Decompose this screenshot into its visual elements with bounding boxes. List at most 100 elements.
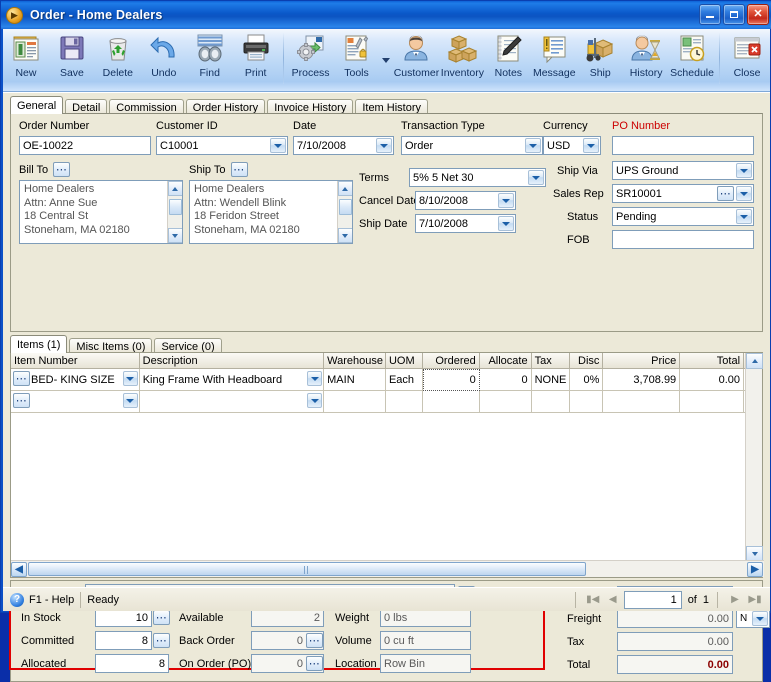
grid-col-description[interactable]: Description [139,353,325,369]
toolbar-button-delete[interactable]: Delete [95,29,141,90]
bill-to-scrollbar[interactable] [167,181,182,243]
previous-record-button[interactable]: ◀ [604,591,622,609]
scroll-down-icon[interactable] [337,228,352,243]
help-icon[interactable]: ? [10,592,24,607]
cell-ordered[interactable] [422,391,480,413]
grid-horizontal-scrollbar[interactable]: ◀ ▶ [11,560,764,577]
toolbar-button-schedule[interactable]: Schedule [669,29,715,90]
po-number-input[interactable] [612,136,754,155]
scroll-up-icon[interactable] [337,181,352,196]
tab-general[interactable]: General [10,96,64,114]
fob-input[interactable] [612,230,754,249]
transaction-type-combo[interactable]: Order [401,136,543,155]
scroll-down-icon[interactable] [167,228,182,243]
cell-allocate[interactable] [479,391,532,413]
toolbar-button-ship[interactable]: Ship [577,29,623,90]
freight-field[interactable]: 0.00 [617,609,733,628]
sales-rep-lookup-button[interactable]: ⋯ [717,186,734,201]
toolbar-button-customer[interactable]: Customer [393,29,439,90]
grid-tab-items[interactable]: Items (1) [10,335,68,353]
cell-total[interactable]: 0.00 [680,369,745,391]
grid-col-allocate[interactable]: Allocate [479,353,532,369]
chevron-down-icon[interactable] [736,163,752,178]
toolbar-button-message[interactable]: Message [531,29,577,90]
scroll-up-icon[interactable] [167,181,182,196]
grid-col-item-number[interactable]: Item Number [11,353,140,369]
cell-warehouse[interactable] [324,391,386,413]
toolbar-button-tools[interactable]: Tools [334,29,380,90]
chevron-down-icon[interactable] [736,209,752,224]
grid-col-warehouse[interactable]: Warehouse [324,353,386,369]
toolbar-button-new[interactable]: New [3,29,49,90]
cancel-date-combo[interactable]: 8/10/2008 [415,191,516,210]
status-combo[interactable]: Pending [612,207,754,226]
item-lookup-button[interactable]: ⋯ [13,393,30,408]
toolbar-button-history[interactable]: History [623,29,669,90]
chevron-down-icon[interactable] [583,138,599,153]
item-lookup-button[interactable]: ⋯ [13,371,30,386]
chevron-down-icon[interactable] [498,193,514,208]
grid-vertical-scrollbar[interactable] [745,353,763,562]
freight-flag-combo[interactable]: N [736,609,770,628]
chevron-down-icon[interactable] [752,611,768,626]
grid-col-ordered[interactable]: Ordered [422,353,480,369]
toolbar-button-process[interactable]: Process [288,29,334,90]
chevron-down-icon[interactable] [270,138,286,153]
cell-uom[interactable]: Each [385,369,423,391]
cell-item-number[interactable]: ⋯ BED- KING SIZE [11,369,140,391]
toolbar-button-save[interactable]: Save [49,29,95,90]
scroll-up-icon[interactable] [746,353,763,369]
grid-col-uom[interactable]: UOM [385,353,423,369]
toolbar-button-find[interactable]: Find [187,29,233,90]
scroll-thumb[interactable] [169,199,182,215]
bill-to-lookup-button[interactable]: ⋯ [53,162,71,177]
chevron-down-icon[interactable] [498,216,514,231]
last-record-button[interactable]: ▶▮ [746,591,764,609]
grid-col-total[interactable]: Total [680,353,745,369]
maximize-button[interactable] [723,4,745,25]
toolbar-button-notes[interactable]: Notes [485,29,531,90]
cell-uom[interactable] [385,391,423,413]
chevron-down-icon[interactable] [736,186,752,201]
ship-date-combo[interactable]: 7/10/2008 [415,214,516,233]
grid-col-price[interactable]: Price [603,353,681,369]
cell-description[interactable]: King Frame With Headboard [139,369,325,391]
table-row[interactable]: ⋯ BED- KING SIZE King Frame With Headboa… [11,369,762,391]
cell-warehouse[interactable]: MAIN [324,369,386,391]
close-icon[interactable]: ✕ [747,4,769,25]
chevron-down-icon[interactable] [122,393,138,408]
allocated-field[interactable]: 8 [95,654,169,673]
h-scroll-thumb[interactable] [28,562,586,576]
currency-combo[interactable]: USD [543,136,601,155]
terms-combo[interactable]: 5% 5 Net 30 [409,168,546,187]
table-row[interactable]: ⋯ [11,391,762,413]
committed-lookup-button[interactable]: ⋯ [153,633,170,648]
chevron-down-icon[interactable] [525,138,541,153]
cell-tax[interactable]: NONE [531,369,571,391]
on-order-po-lookup-button[interactable]: ⋯ [306,656,323,671]
cell-tax[interactable] [531,391,571,413]
cell-item-number[interactable]: ⋯ [11,391,140,413]
sales-rep-combo[interactable]: SR10001 ⋯ [612,184,754,203]
toolbar-button-inventory[interactable]: Inventory [439,29,485,90]
chevron-down-icon[interactable] [122,371,138,386]
bill-to-address[interactable]: Home Dealers Attn: Anne Sue 18 Central S… [19,180,183,244]
cell-disc[interactable] [570,391,604,413]
cell-price[interactable]: 3,708.99 [603,369,681,391]
first-record-button[interactable]: ▮◀ [584,591,602,609]
toolbar-button-print[interactable]: Print [233,29,279,90]
tools-dropdown-icon[interactable] [382,57,391,63]
scroll-left-icon[interactable]: ◀ [11,561,27,577]
cell-total[interactable] [680,391,745,413]
toolbar-button-close[interactable]: Close [724,29,770,90]
back-order-lookup-button[interactable]: ⋯ [306,633,323,648]
ship-via-combo[interactable]: UPS Ground [612,161,754,180]
customer-id-combo[interactable]: C10001 [156,136,288,155]
minimize-button[interactable] [699,4,721,25]
ship-to-address[interactable]: Home Dealers Attn: Wendell Blink 18 Feri… [189,180,353,244]
ship-to-lookup-button[interactable]: ⋯ [230,162,248,177]
cell-disc[interactable]: 0% [570,369,604,391]
chevron-down-icon[interactable] [307,371,323,386]
order-number-input[interactable]: OE-10022 [19,136,151,155]
cell-allocate[interactable]: 0 [479,369,532,391]
